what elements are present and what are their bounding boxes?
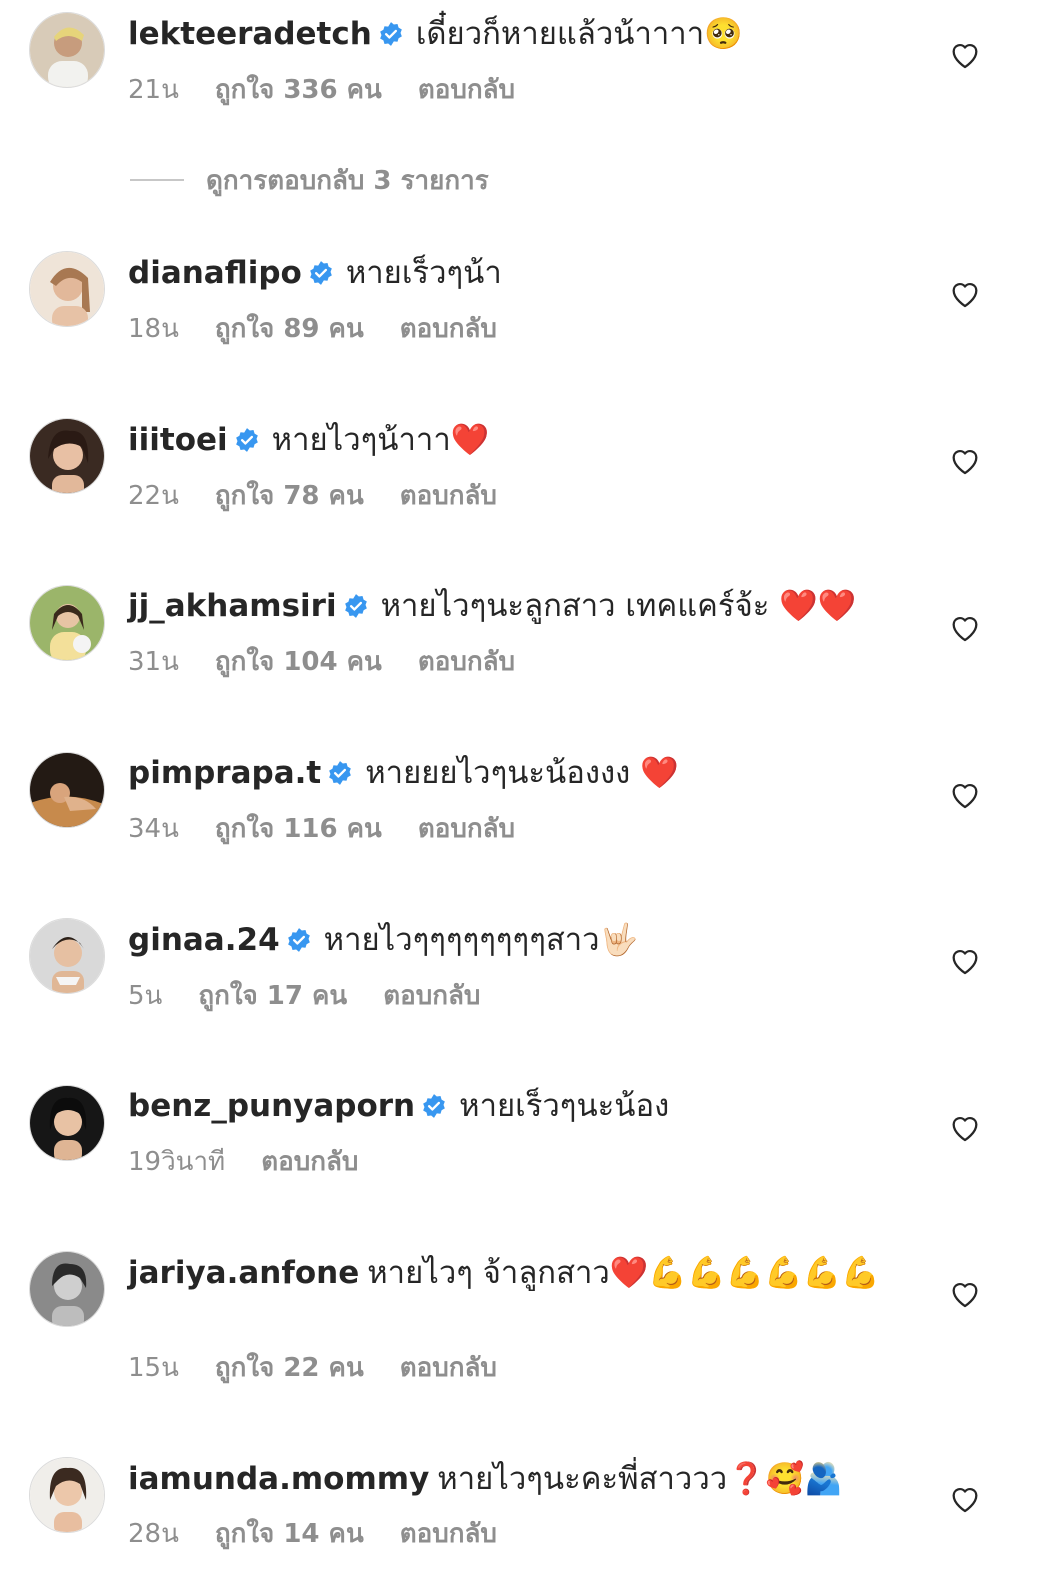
view-replies-button[interactable]: ดูการตอบกลับ 3 รายการ [130, 160, 489, 200]
verified-badge-icon [379, 22, 402, 46]
username[interactable]: iiitoei [128, 422, 228, 458]
username[interactable]: ginaa.24 [128, 922, 280, 958]
avatar[interactable] [29, 918, 105, 994]
comment-meta: 19วินาที ตอบกลับ [128, 1144, 394, 1180]
username[interactable]: pimprapa.t [128, 755, 321, 791]
comment-time: 22น [128, 481, 179, 511]
avatar[interactable] [29, 1085, 105, 1161]
comment-time: 19วินาที [128, 1147, 226, 1177]
comment-meta: 5น ถูกใจ 17 คน ตอบกลับ [128, 978, 516, 1014]
divider [130, 179, 184, 181]
like-count[interactable]: ถูกใจ 22 คน [215, 1353, 364, 1383]
comment-text: หายยยไวๆนะน้องงง ❤️ [365, 755, 679, 791]
reply-button[interactable]: ตอบกลับ [418, 75, 515, 105]
comment-text-line: dianaflipo หายเร็วๆน้า [128, 249, 918, 297]
comment-meta: 28น ถูกใจ 14 คน ตอบกลับ [128, 1516, 533, 1552]
heart-outline-icon[interactable] [948, 1111, 982, 1145]
comment-text: หายไวๆๆๆๆๆๆๆๆสาว🤟🏻 [323, 922, 639, 958]
comment-text: หายไวๆนะลูกสาว เทคแคร์จ้ะ ❤️❤️ [380, 588, 857, 624]
comment-text-line: ginaa.24 หายไวๆๆๆๆๆๆๆๆสาว🤟🏻 [128, 916, 918, 964]
comment-text: หายไวๆน้าาา❤️ [271, 422, 490, 458]
reply-button[interactable]: ตอบกลับ [383, 981, 480, 1011]
reply-button[interactable]: ตอบกลับ [261, 1147, 358, 1177]
avatar[interactable] [29, 752, 105, 828]
comment-text: หายเร็วๆนะน้อง [459, 1088, 670, 1124]
heart-outline-icon[interactable] [948, 444, 982, 478]
comment-meta: 22น ถูกใจ 78 คน ตอบกลับ [128, 478, 533, 514]
comment-text: หายไวๆนะคะพี่สาววว❓🥰🫂 [437, 1461, 843, 1497]
avatar[interactable] [29, 1251, 105, 1327]
like-count[interactable]: ถูกใจ 116 คน [215, 814, 382, 844]
like-count[interactable]: ถูกใจ 17 คน [198, 981, 347, 1011]
comment-meta: 31น ถูกใจ 104 คน ตอบกลับ [128, 644, 551, 680]
comment-text-line: lekteeradetch เดี๋ยวก็หายแล้วน้าาาา🥺 [128, 10, 918, 58]
comment-time: 28น [128, 1519, 179, 1549]
reply-button[interactable]: ตอบกลับ [400, 481, 497, 511]
like-count[interactable]: ถูกใจ 89 คน [215, 314, 364, 344]
reply-button[interactable]: ตอบกลับ [400, 1519, 497, 1549]
verified-badge-icon [235, 428, 258, 452]
avatar[interactable] [29, 251, 105, 327]
avatar[interactable] [29, 1457, 105, 1533]
verified-badge-icon [423, 1094, 445, 1118]
comment-text-line: pimprapa.t หายยยไวๆนะน้องงง ❤️ [128, 749, 918, 797]
comment-time: 5น [128, 981, 163, 1011]
username[interactable]: dianaflipo [128, 255, 302, 291]
avatar[interactable] [29, 418, 105, 494]
comment-time: 15น [128, 1353, 179, 1383]
comment-text-line: iiitoei หายไวๆน้าาา❤️ [128, 416, 918, 464]
like-count[interactable]: ถูกใจ 14 คน [215, 1519, 364, 1549]
reply-button[interactable]: ตอบกลับ [418, 647, 515, 677]
username[interactable]: lekteeradetch [128, 16, 372, 52]
comment-text: หายไวๆ จ้าลูกสาว❤️💪💪💪💪💪💪 [367, 1255, 881, 1291]
heart-outline-icon[interactable] [948, 611, 982, 645]
verified-badge-icon [344, 594, 367, 618]
like-count[interactable]: ถูกใจ 104 คน [215, 647, 382, 677]
comment-meta: 21น ถูกใจ 336 คน ตอบกลับ [128, 72, 551, 108]
comment-meta: 15น ถูกใจ 22 คน ตอบกลับ [128, 1350, 533, 1386]
comment-time: 34น [128, 814, 179, 844]
username[interactable]: jj_akhamsiri [128, 588, 337, 624]
comment-time: 31น [128, 647, 179, 677]
comment-text: เดี๋ยวก็หายแล้วน้าาาา🥺 [415, 16, 743, 52]
verified-badge-icon [329, 761, 352, 785]
verified-badge-icon [309, 261, 332, 285]
heart-outline-icon[interactable] [948, 944, 982, 978]
heart-outline-icon[interactable] [948, 38, 982, 72]
heart-outline-icon[interactable] [948, 277, 982, 311]
reply-button[interactable]: ตอบกลับ [418, 814, 515, 844]
comment-text-line: jj_akhamsiri หายไวๆนะลูกสาว เทคแคร์จ้ะ ❤️… [128, 582, 918, 630]
avatar[interactable] [29, 12, 105, 88]
like-count[interactable]: ถูกใจ 78 คน [215, 481, 364, 511]
comment-meta: 18น ถูกใจ 89 คน ตอบกลับ [128, 311, 533, 347]
comment-time: 18น [128, 314, 179, 344]
heart-outline-icon[interactable] [948, 1277, 982, 1311]
comment-meta: 34น ถูกใจ 116 คน ตอบกลับ [128, 811, 551, 847]
view-replies-label: ดูการตอบกลับ 3 รายการ [206, 165, 489, 196]
username[interactable]: jariya.anfone [128, 1255, 359, 1291]
comment-text-line: benz_punyaporn หายเร็วๆนะน้อง [128, 1082, 918, 1130]
avatar[interactable] [29, 585, 105, 661]
verified-badge-icon [287, 928, 310, 952]
heart-outline-icon[interactable] [948, 1482, 982, 1516]
reply-button[interactable]: ตอบกลับ [400, 314, 497, 344]
reply-button[interactable]: ตอบกลับ [400, 1353, 497, 1383]
username[interactable]: iamunda.mommy [128, 1461, 429, 1497]
username[interactable]: benz_punyaporn [128, 1088, 415, 1124]
comment-text: หายเร็วๆน้า [345, 255, 502, 291]
comment-text-line: iamunda.mommy หายไวๆนะคะพี่สาววว❓🥰🫂 [128, 1455, 918, 1503]
heart-outline-icon[interactable] [948, 778, 982, 812]
comment-time: 21น [128, 75, 179, 105]
like-count[interactable]: ถูกใจ 336 คน [215, 75, 382, 105]
comment-text-line: jariya.anfone หายไวๆ จ้าลูกสาว❤️💪💪💪💪💪💪 [128, 1249, 918, 1297]
